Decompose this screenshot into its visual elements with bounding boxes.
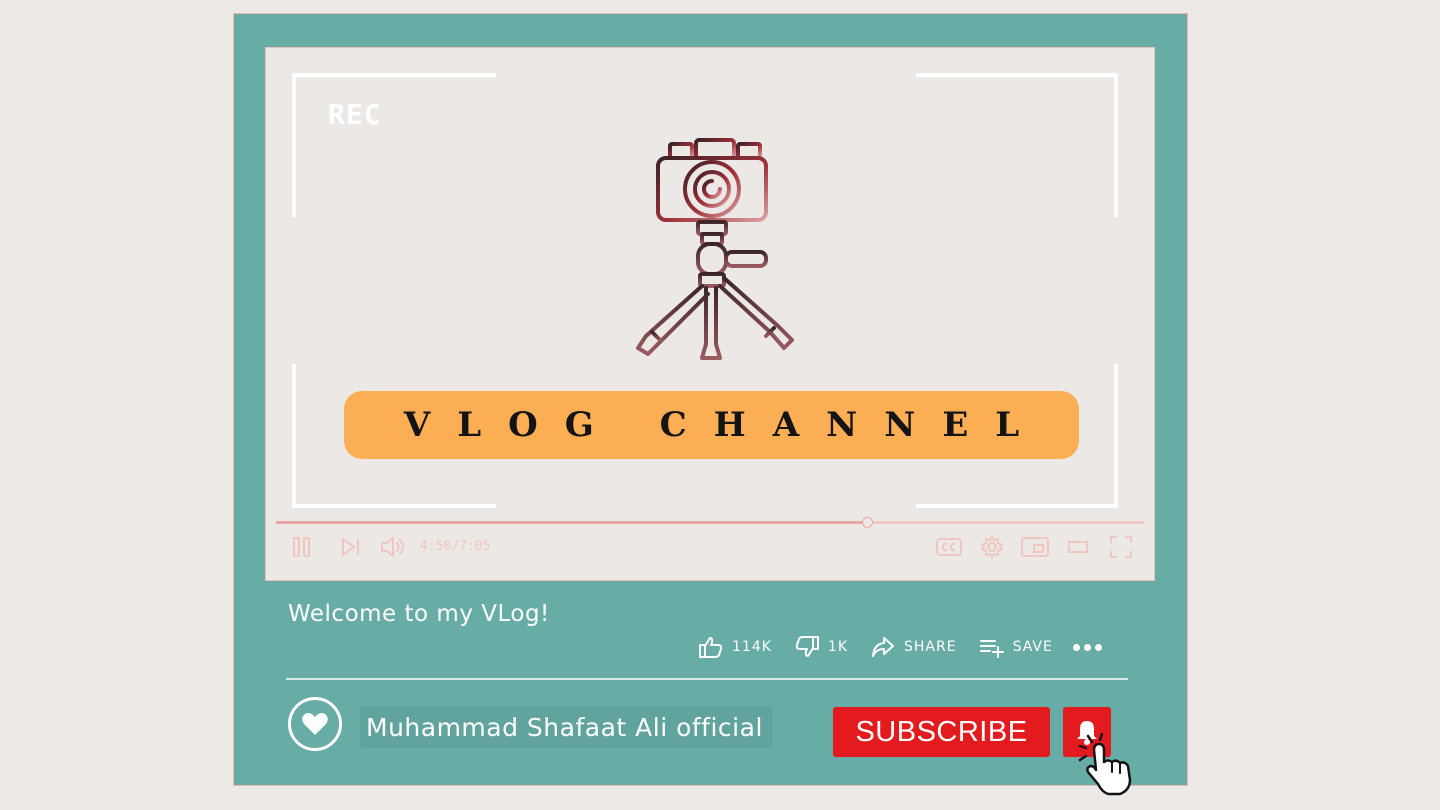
progress-fill <box>276 521 868 524</box>
banner-text: VLOG CHANNEL <box>403 405 1047 445</box>
progress-bar[interactable] <box>276 517 1144 528</box>
miniplayer-icon[interactable] <box>1020 534 1050 560</box>
share-label: SHARE <box>904 639 957 655</box>
volume-icon[interactable] <box>379 534 409 560</box>
save-button[interactable]: SAVE <box>979 635 1053 659</box>
next-icon[interactable] <box>340 534 362 560</box>
viewfinder-corner-top-left <box>292 73 496 217</box>
thumbs-down-icon <box>795 636 819 657</box>
theater-icon[interactable] <box>1066 534 1090 560</box>
save-label: SAVE <box>1012 639 1053 655</box>
cc-icon[interactable] <box>935 534 963 560</box>
pause-icon[interactable] <box>291 534 313 560</box>
vlog-channel-banner: VLOG CHANNEL <box>344 391 1079 459</box>
fullscreen-icon[interactable] <box>1108 534 1134 560</box>
share-button[interactable]: SHARE <box>870 635 957 659</box>
subscribe-button[interactable]: SUBSCRIBE <box>833 707 1050 757</box>
like-button[interactable]: 114K <box>698 635 772 659</box>
progress-scrubber[interactable] <box>862 517 873 528</box>
thumbs-up-icon <box>699 637 723 658</box>
dislike-button[interactable]: 1K <box>794 635 848 659</box>
gear-icon[interactable] <box>979 534 1005 560</box>
divider <box>286 678 1128 680</box>
like-count: 114K <box>732 639 772 655</box>
playlist-add-icon <box>979 640 1004 658</box>
more-dots-icon[interactable] <box>1072 643 1102 651</box>
dislike-count: 1K <box>827 639 848 655</box>
camera-on-tripod-icon <box>636 138 794 360</box>
rec-indicator: REC <box>328 98 382 131</box>
video-title: Welcome to my VLog! <box>288 601 550 627</box>
share-icon <box>872 637 894 657</box>
time-display: 4:50/7:05 <box>420 539 491 554</box>
viewfinder-corner-top-right <box>916 73 1118 217</box>
video-actions: 114K 1K SHARE SAVE <box>698 634 1102 660</box>
hand-pointer-icon <box>1078 732 1132 796</box>
channel-name[interactable]: Muhammad Shafaat Ali official <box>360 706 773 748</box>
heart-icon <box>302 713 328 735</box>
avatar[interactable] <box>288 697 342 751</box>
